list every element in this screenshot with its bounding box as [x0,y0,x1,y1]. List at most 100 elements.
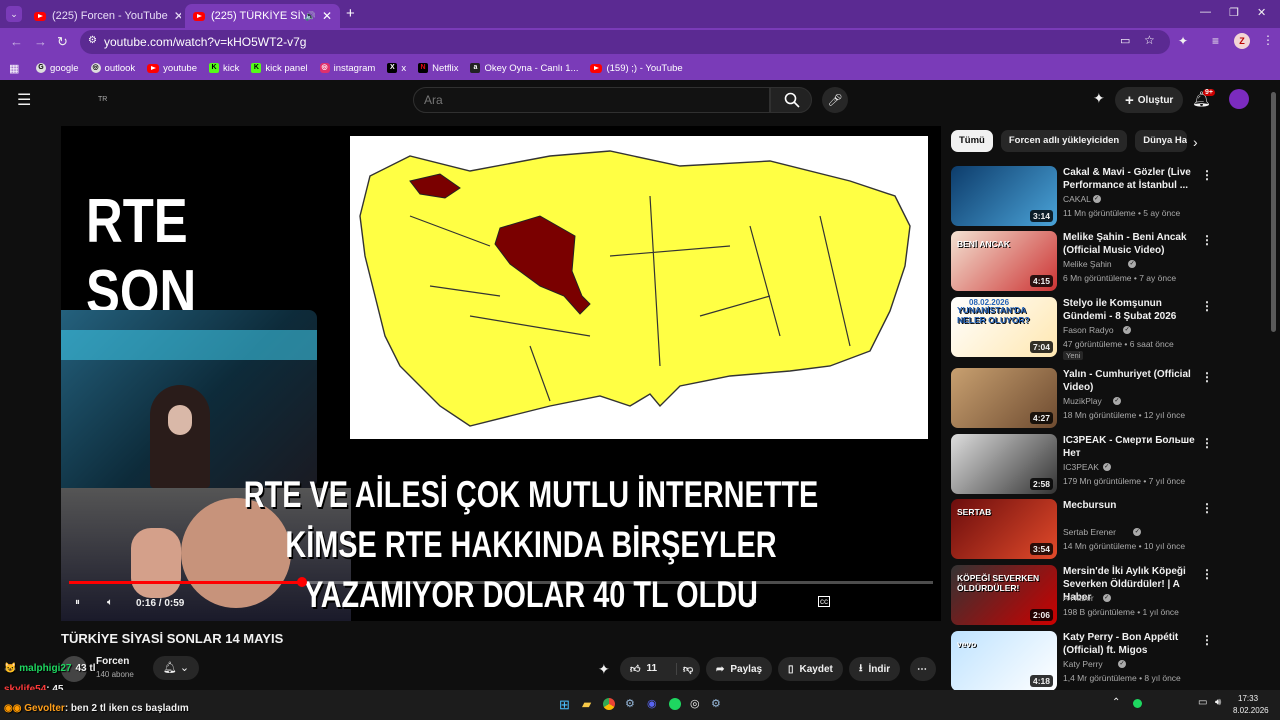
taskbar-chrome-icon[interactable] [603,698,615,710]
close-tab-icon[interactable]: ✕ [316,9,332,23]
profile-avatar[interactable]: Z [1234,33,1250,49]
bookmark-kick[interactable]: Kkick [208,63,239,74]
reload-icon[interactable]: ↻ [57,34,68,50]
recommendation-item[interactable]: YUNANİSTAN'DA NELER OLUYOR? 08.02.2026 7:0… [951,297,1271,360]
taskbar-discord-icon[interactable]: ◉ [647,697,657,710]
clock-time[interactable]: 17:33 [1238,694,1258,703]
ask-sparkle-icon[interactable]: ✦ [598,661,610,678]
video-thumbnail[interactable]: YUNANİSTAN'DA NELER OLUYOR? 08.02.2026 7:0… [951,297,1057,357]
recommendation-title[interactable]: Katy Perry - Bon Appétit (Official) ft. … [1063,631,1203,657]
tray-chevron-icon[interactable]: ⌃ [1112,697,1120,708]
extensions-icon[interactable]: ✦ [1178,34,1188,48]
video-thumbnail[interactable]: 3:14 [951,166,1057,226]
recommendation-channel[interactable]: A Haber [1063,593,1094,603]
bookmark-kick-panel[interactable]: Kkick panel [251,63,308,74]
recommendation-item[interactable]: 3:14 Cakal & Mavi - Gözler (Live Performa… [951,166,1271,228]
taskbar-obs-icon[interactable]: ◎ [690,697,700,710]
bookmark-instagram[interactable]: ◎ instagram [319,63,375,74]
clock-date[interactable]: 8.02.2026 [1233,706,1269,715]
chip-all[interactable]: Tümü [951,130,993,152]
subscribe-bell-button[interactable]: 🔔︎ ⌄ [153,656,199,680]
more-options-icon[interactable]: ⋮ [1201,436,1213,450]
video-thumbnail[interactable]: KÖPEĞİ SEVERKEN ÖLDÜRDÜLER! 2:06 [951,565,1057,625]
chevron-right-icon[interactable]: › [1193,134,1198,150]
share-button[interactable]: ➦ Paylaş [706,657,773,681]
bookmark-youtube-playlist[interactable]: (159) ;) - YouTube [590,63,683,74]
tray-network-icon[interactable]: ▭ [1198,697,1207,708]
tray-green-icon[interactable] [1133,699,1142,708]
recommendation-item[interactable]: BENİ ANCAK 4:15 Melike Şahin - Beni Ancak … [951,231,1271,293]
forward-icon[interactable]: → [34,34,47,49]
minimize-icon[interactable]: — [1200,6,1211,18]
recommendation-item[interactable]: 2:58 IC3PEAK - Смерти Больше Нет IC3PEAK ✓ 1… [951,434,1271,496]
cast-icon[interactable]: ▭ [1120,34,1130,47]
taskbar-spotify-icon[interactable] [669,698,681,710]
voice-search-button[interactable]: 🎤︎ [822,87,848,113]
more-actions-button[interactable]: ⋯ [910,657,936,681]
taskbar-steam-icon[interactable]: ⚙ [625,697,635,710]
more-options-icon[interactable]: ⋮ [1201,370,1213,384]
more-options-icon[interactable]: ⋮ [1201,501,1213,515]
download-button[interactable]: ⭳ İndir [849,657,901,681]
channel-name[interactable]: Forcen [96,656,129,667]
progress-track[interactable] [69,577,933,587]
new-tab-button[interactable]: + [346,5,355,22]
video-thumbnail[interactable]: SERTAB 3:54 [951,499,1057,559]
save-button[interactable]: ▯ Kaydet [778,657,843,681]
pause-icon[interactable]: ⏸ [75,597,80,608]
more-options-icon[interactable]: ⋮ [1201,168,1213,182]
close-window-icon[interactable]: ✕ [1257,6,1266,19]
bookmark-youtube[interactable]: youtube [147,63,197,74]
bookmark-netflix[interactable]: N Netflix [418,63,458,74]
autoplay-toggle-icon[interactable]: ⏯ [749,596,757,607]
search-button[interactable] [770,87,812,113]
user-avatar[interactable] [1229,89,1249,109]
search-input[interactable] [413,87,770,113]
bookmark-star-icon[interactable]: ☆ [1144,33,1155,47]
video-player[interactable]: RTE SON RTE VE AİLESİ ÇOK MUTLU İNTERNET… [61,126,941,621]
recommendation-channel[interactable]: MuzikPlay [1063,396,1102,406]
video-thumbnail[interactable]: vevo 4:18 [951,631,1057,691]
recommendation-title[interactable]: Stelyo ile Komşunun Gündemi - 8 Şubat 20… [1063,297,1203,323]
tab-forcen[interactable]: (225) Forcen - YouTube ✕ [26,4,181,28]
tab-video[interactable]: (225) TÜRKİYE SİYASİ SONL 🔊 ✕ [185,4,340,28]
close-tab-icon[interactable]: ✕ [168,9,181,23]
recommendation-channel[interactable]: Katy Perry [1063,659,1103,669]
recommendation-channel[interactable]: Melike Şahin [1063,259,1112,269]
tab-search-button[interactable]: ⌄ [6,6,22,22]
recommendation-channel[interactable]: CAKAL [1063,194,1091,204]
video-thumbnail[interactable]: BENİ ANCAK 4:15 [951,231,1057,291]
maximize-icon[interactable]: ❐ [1229,6,1239,19]
cc-icon[interactable]: cc [818,596,830,607]
like-button[interactable]: 👍︎ 11 [620,663,670,675]
bookmark-okey[interactable]: a Okey Oyna - Canlı 1... [470,63,578,74]
apps-grid-icon[interactable]: ▦ [9,62,19,75]
recommendation-item[interactable]: 4:27 Yalın - Cumhuriyet (Official Video) M… [951,368,1271,430]
site-info-icon[interactable]: ⚙ [88,35,97,46]
recommendation-channel[interactable]: IC3PEAK [1063,462,1099,472]
video-thumbnail[interactable]: 2:58 [951,434,1057,494]
create-button[interactable]: + Oluştur [1115,87,1184,113]
page-scrollbar[interactable] [1271,92,1276,332]
bookmark-x[interactable]: Xx [387,63,406,74]
sparkle-icon[interactable]: ✦ [1093,90,1105,107]
recommendation-title[interactable]: IC3PEAK - Смерти Больше Нет [1063,434,1203,460]
chip-uploader[interactable]: Forcen adlı yükleyiciden [1000,130,1128,152]
chip-world-news[interactable]: Dünya Hab [1135,130,1188,152]
recommendation-title[interactable]: Melike Şahin - Beni Ancak (Official Musi… [1063,231,1203,257]
tray-volume-icon[interactable]: 🔊︎ [1215,697,1221,708]
recommendation-title[interactable]: Mecbursun [1063,499,1203,512]
media-control-icon[interactable]: ≡ [1212,34,1219,48]
taskbar-steam2-icon[interactable]: ⚙ [711,697,721,710]
volume-icon[interactable]: 🔈︎ [107,597,113,608]
audio-playing-icon[interactable]: 🔊 [305,11,316,22]
start-windows-icon[interactable]: ⊞ [559,697,570,713]
recommendation-channel[interactable]: Sertab Erener [1063,527,1116,537]
browser-menu-icon[interactable]: ⋮ [1262,33,1274,47]
recommendation-channel[interactable]: Fason Radyo [1063,325,1114,335]
more-options-icon[interactable]: ⋮ [1201,233,1213,247]
address-bar[interactable]: ⚙ youtube.com/watch?v=kHO5WT2-v7g ▭ ☆ [80,30,1170,54]
video-thumbnail[interactable]: 4:27 [951,368,1057,428]
more-options-icon[interactable]: ⋮ [1201,567,1213,581]
recommendation-item[interactable]: KÖPEĞİ SEVERKEN ÖLDÜRDÜLER! 2:06 Mersin'de… [951,565,1271,627]
